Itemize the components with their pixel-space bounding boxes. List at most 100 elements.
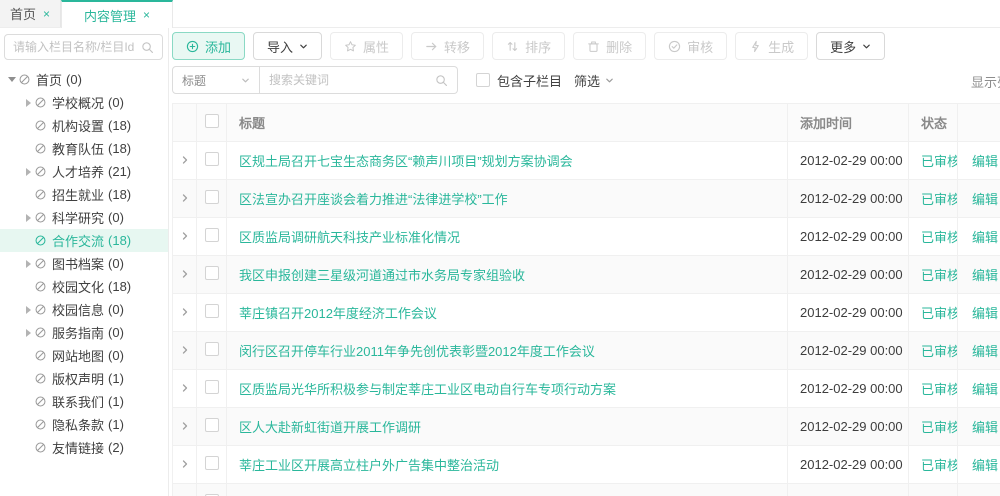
close-icon[interactable]: × — [43, 8, 50, 20]
expand-row-icon[interactable] — [180, 193, 190, 203]
row-title-link[interactable]: 闵行区召开停车行业2011年争先创优表彰暨2012年度工作会议 — [239, 344, 595, 359]
include-subcategory-checkbox[interactable] — [476, 73, 490, 87]
link-icon — [34, 119, 47, 132]
delete-button[interactable]: 删除 — [573, 32, 646, 60]
row-checkbox[interactable] — [205, 342, 219, 356]
sidebar-tree-item[interactable]: 服务指南 (0) — [0, 321, 168, 344]
sidebar-tree-item[interactable]: 网站地图 (0) — [0, 344, 168, 367]
flash-icon — [749, 40, 762, 53]
arrow-right-icon — [425, 40, 438, 53]
filter-dropdown[interactable]: 筛选 — [574, 71, 614, 90]
row-edit-link[interactable]: 编辑 — [972, 192, 998, 207]
filter-field-value: 标题 — [182, 72, 206, 89]
sidebar-tree-item[interactable]: 版权声明 (1) — [0, 367, 168, 390]
transfer-button[interactable]: 转移 — [411, 32, 484, 60]
import-button[interactable]: 导入 — [253, 32, 322, 60]
close-icon[interactable]: × — [143, 9, 150, 21]
select-all-checkbox[interactable] — [205, 114, 219, 128]
row-title-link[interactable]: 区质监局调研航天科技产业标准化情况 — [239, 230, 460, 245]
sidebar-tree-item[interactable]: 联系我们 (1) — [0, 390, 168, 413]
expand-row-icon[interactable] — [180, 421, 190, 431]
keyword-search-input[interactable] — [269, 73, 435, 87]
expand-row-icon[interactable] — [180, 307, 190, 317]
sidebar-tree-item[interactable]: 合作交流 (18) — [0, 229, 168, 252]
row-title-link[interactable]: 莘庄镇召开2012年度经济工作会议 — [239, 306, 437, 321]
content-table: 标题 添加时间 状态 区规土局召开七宝生态商务区“赖声川项目”规划方案协调会 2… — [172, 103, 1000, 496]
row-checkbox[interactable] — [205, 266, 219, 280]
expand-row-icon[interactable] — [180, 269, 190, 279]
row-title-link[interactable]: 莘庄工业区开展高立柱户外广告集中整治活动 — [239, 458, 499, 473]
expand-row-icon[interactable] — [180, 383, 190, 393]
row-checkbox[interactable] — [205, 418, 219, 432]
sidebar-tree-item[interactable]: 科学研究 (0) — [0, 206, 168, 229]
row-edit-link[interactable]: 编辑 — [972, 268, 998, 283]
row-edit-link[interactable]: 编辑 — [972, 458, 998, 473]
row-edit-link[interactable]: 编辑 — [972, 420, 998, 435]
link-icon — [34, 280, 47, 293]
expand-row-icon[interactable] — [180, 345, 190, 355]
sidebar-tree-item[interactable]: 校园文化 (18) — [0, 275, 168, 298]
table-row: 莘庄镇召开2012年度经济工作会议 2012-02-29 00:00 已审核 编… — [173, 294, 1000, 332]
link-icon — [34, 395, 47, 408]
expand-row-icon[interactable] — [180, 155, 190, 165]
row-date: 2012-02-29 00:00 — [788, 180, 909, 218]
caret-icon[interactable] — [22, 168, 34, 176]
sidebar-tree-item[interactable]: 隐私条款 (1) — [0, 413, 168, 436]
row-title-link[interactable]: 我区申报创建三星级河道通过市水务局专家组验收 — [239, 268, 525, 283]
row-edit-link[interactable]: 编辑 — [972, 154, 998, 169]
expand-row-icon[interactable] — [180, 231, 190, 241]
sidebar-tree-item[interactable]: 学校概况 (0) — [0, 91, 168, 114]
table-row: 区人大赴新虹街道开展工作调研 2012-02-29 00:00 已审核 编辑 — [173, 408, 1000, 446]
caret-icon[interactable] — [22, 306, 34, 314]
sidebar-tree-item[interactable]: 机构设置 (18) — [0, 114, 168, 137]
header-actions — [958, 104, 1000, 142]
row-date: 2012-02-29 00:00 — [788, 408, 909, 446]
caret-icon[interactable] — [22, 329, 34, 337]
row-edit-link[interactable]: 编辑 — [972, 344, 998, 359]
caret-icon[interactable] — [6, 77, 18, 82]
table-row: 区质监局光华所积极参与制定莘庄工业区电动自行车专项行动方案 2012-02-29… — [173, 370, 1000, 408]
row-checkbox[interactable] — [205, 228, 219, 242]
chevron-down-icon — [862, 42, 871, 51]
row-edit-link[interactable]: 编辑 — [972, 230, 998, 245]
sort-button[interactable]: 排序 — [492, 32, 565, 60]
row-title-link[interactable]: 区质监局光华所积极参与制定莘庄工业区电动自行车专项行动方案 — [239, 382, 616, 397]
row-edit-link[interactable]: 编辑 — [972, 306, 998, 321]
row-title-link[interactable]: 区法宣办召开座谈会着力推进“法律进学校”工作 — [239, 192, 508, 207]
table-row: 区规土局召开七宝生态商务区“赖声川项目”规划方案协调会 2012-02-29 0… — [173, 142, 1000, 180]
attribute-button[interactable]: 属性 — [330, 32, 403, 60]
content-main: 添加 导入 属性 转移 排序 删除 审核 生成 更多 — [169, 28, 1000, 496]
sidebar-tree-item[interactable]: 招生就业 (18) — [0, 183, 168, 206]
sidebar-tree-item[interactable]: 教育队伍 (18) — [0, 137, 168, 160]
row-date: 2012-02-29 00:00 — [788, 446, 909, 484]
sidebar-tree-item[interactable]: 图书档案 (0) — [0, 252, 168, 275]
caret-icon[interactable] — [22, 260, 34, 268]
caret-icon[interactable] — [22, 99, 34, 107]
audit-button[interactable]: 审核 — [654, 32, 727, 60]
tab-content-management[interactable]: 内容管理 × — [61, 0, 173, 28]
sidebar-tree-item[interactable]: 人才培养 (21) — [0, 160, 168, 183]
filter-field-select[interactable]: 标题 — [172, 66, 260, 94]
caret-icon[interactable] — [22, 214, 34, 222]
sidebar-tree-item[interactable]: 校园信息 (0) — [0, 298, 168, 321]
row-edit-link[interactable]: 编辑 — [972, 382, 998, 397]
row-checkbox[interactable] — [205, 190, 219, 204]
row-checkbox[interactable] — [205, 152, 219, 166]
row-status: 已审核 — [909, 180, 958, 218]
row-checkbox[interactable] — [205, 380, 219, 394]
expand-row-icon[interactable] — [180, 459, 190, 469]
tab-home[interactable]: 首页 × — [0, 0, 61, 27]
row-checkbox[interactable] — [205, 456, 219, 470]
table-row: 区质监局调研航天科技产业标准化情况 2012-02-29 00:00 已审核 编… — [173, 218, 1000, 256]
include-subcategory-option[interactable]: 包含子栏目 — [476, 71, 562, 90]
row-checkbox[interactable] — [205, 304, 219, 318]
more-button[interactable]: 更多 — [816, 32, 885, 60]
category-search-input[interactable] — [13, 40, 141, 54]
sidebar-tree-item[interactable]: 友情链接 (2) — [0, 436, 168, 459]
add-button[interactable]: 添加 — [172, 32, 245, 60]
row-title-link[interactable]: 区人大赴新虹街道开展工作调研 — [239, 420, 421, 435]
row-title-link[interactable]: 区规土局召开七宝生态商务区“赖声川项目”规划方案协调会 — [239, 154, 573, 169]
show-columns-button[interactable]: 显示列 — [971, 72, 1000, 91]
generate-button[interactable]: 生成 — [735, 32, 808, 60]
sidebar-tree-item[interactable]: 首页 (0) — [0, 68, 168, 91]
